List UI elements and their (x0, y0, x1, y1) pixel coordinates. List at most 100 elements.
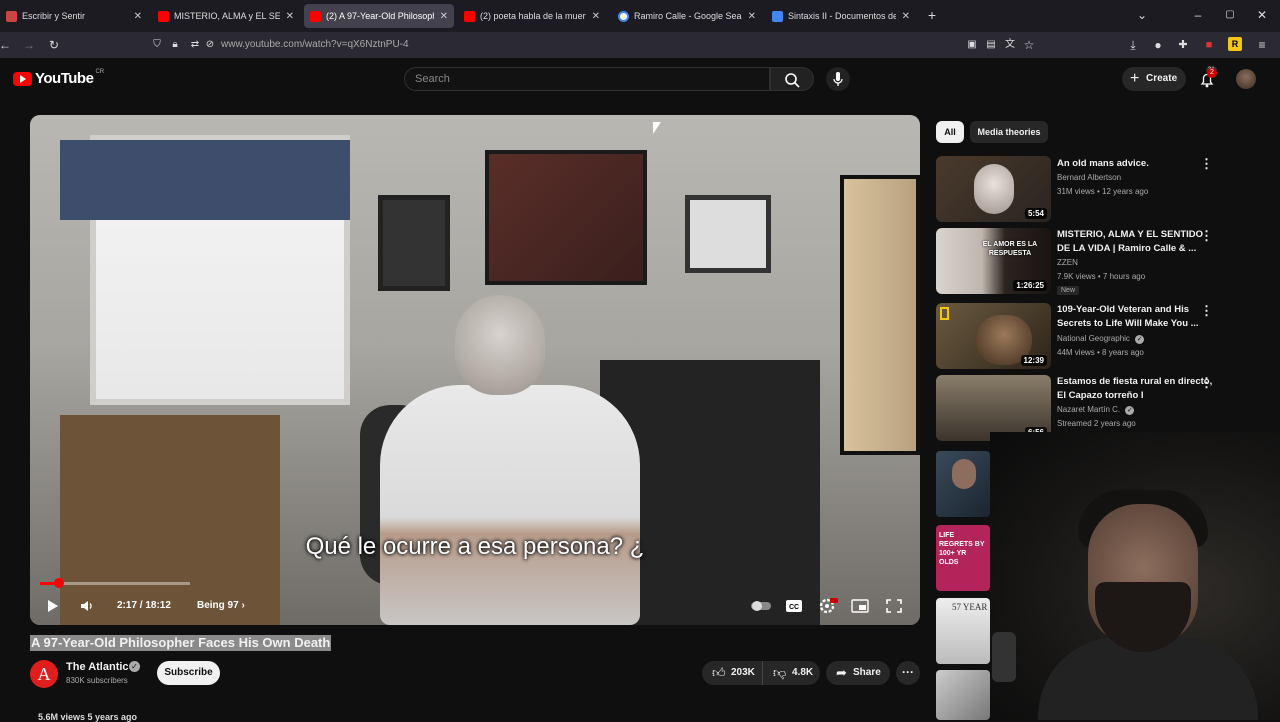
thumbnail-text: 57 YEAR (952, 602, 988, 612)
close-tab-icon[interactable]: ✕ (134, 11, 142, 22)
dislike-button[interactable]: 👎︎ 4.8K (762, 661, 820, 685)
tab-list-chevron-icon[interactable]: ⌄ (1134, 7, 1150, 23)
play-button[interactable] (44, 597, 60, 615)
tab-title: MISTERIO, ALMA y EL SENTIDO (174, 11, 280, 21)
browser-tab[interactable]: (2) poeta habla de la muerte de ✕ (458, 4, 606, 28)
close-tab-icon[interactable]: ✕ (592, 11, 600, 22)
forward-icon[interactable]: → (21, 37, 37, 53)
more-vertical-icon[interactable]: ⋮ (1200, 303, 1213, 319)
extension-icon[interactable]: ■ (1201, 37, 1217, 53)
bookmark-star-icon[interactable]: ☆ (1021, 37, 1037, 53)
notification-count-badge: 2 (1207, 68, 1217, 78)
recommendation-item[interactable]: 5:54 An old mans advice. Bernard Alberts… (936, 156, 1266, 222)
browser-tab[interactable]: Ramiro Calle - Google Search ✕ (612, 4, 762, 28)
miniplayer-button[interactable] (850, 597, 870, 615)
progress-scrubber-handle[interactable] (53, 578, 64, 588)
chip-all[interactable]: All (936, 121, 964, 143)
tab-title: Sintaxis II - Documentos de Go (788, 11, 896, 21)
create-button[interactable]: + Create (1122, 67, 1186, 91)
more-vertical-icon[interactable]: ⋮ (1200, 156, 1213, 172)
close-tab-icon[interactable]: ✕ (748, 11, 756, 22)
camera-off-icon[interactable]: ⊘ (202, 37, 218, 53)
captions-button[interactable]: CC (784, 597, 804, 615)
channel-name[interactable]: The Atlantic (66, 661, 129, 673)
maximize-icon[interactable]: ▢ (1222, 7, 1238, 23)
recommendation-channel[interactable]: Bernard Albertson (1057, 173, 1121, 182)
youtube-logo[interactable]: YouTube CR (13, 69, 104, 87)
like-button[interactable]: 👍︎ 203K (702, 661, 762, 685)
recommendation-title[interactable]: An old mans advice. (1057, 157, 1217, 171)
browser-tab-active[interactable]: (2) A 97-Year-Old Philosopher F ✕ (304, 4, 454, 28)
recommendation-item[interactable]: EL AMOR ES LA RESPUESTA 1:26:25 MISTERIO… (936, 228, 1266, 295)
video-duration: 5:54 (1024, 208, 1047, 219)
fullscreen-button[interactable] (884, 597, 904, 615)
extension-r-icon[interactable]: R (1228, 37, 1242, 51)
verified-badge-icon: ✓ (129, 661, 140, 672)
channel-avatar[interactable]: A (30, 660, 58, 688)
close-window-icon[interactable]: ✕ (1254, 7, 1270, 23)
video-duration: 1:26:25 (1013, 280, 1047, 291)
shield-icon[interactable]: ⛉ (149, 37, 165, 53)
browser-tab[interactable]: Sintaxis II - Documentos de Go ✕ (766, 4, 916, 28)
share-label: Share (853, 667, 881, 678)
avatar[interactable] (1236, 69, 1256, 89)
mute-button[interactable] (78, 597, 96, 615)
recommendation-channel[interactable]: Nazaret Martín C. ✓ (1057, 405, 1135, 415)
progress-bar[interactable] (40, 578, 190, 588)
close-tab-icon[interactable]: ✕ (440, 11, 448, 22)
autoplay-toggle[interactable] (750, 597, 772, 615)
picture-in-picture-icon[interactable]: ▣ (964, 37, 980, 53)
recommendation-title[interactable]: 109-Year-Old Veteran and His Secrets to … (1057, 303, 1217, 331)
recommendation-meta: 7.9K views • 7 hours ago (1057, 272, 1146, 281)
extensions-puzzle-icon[interactable]: ✚ (1175, 37, 1191, 53)
more-vertical-icon[interactable]: ⋮ (1200, 375, 1213, 391)
search-input[interactable]: Search (404, 67, 770, 91)
recommendation-thumbnail[interactable]: 57 YEAR (936, 598, 990, 664)
reader-view-icon[interactable]: ▤ (983, 37, 999, 53)
settings-button[interactable] (818, 597, 838, 615)
subscribe-button[interactable]: Subscribe (157, 661, 220, 685)
recommendation-title[interactable]: Estamos de fiesta rural en directo, El C… (1057, 375, 1217, 403)
minimize-icon[interactable]: – (1190, 7, 1206, 23)
recommendation-item[interactable]: 12:39 109-Year-Old Veteran and His Secre… (936, 303, 1266, 369)
lock-icon[interactable]: 🔒︎ (167, 37, 183, 53)
translate-icon[interactable]: 文 (1002, 37, 1018, 53)
permissions-icon[interactable]: ⇄ (187, 37, 203, 53)
time-display: 2:17 / 18:12 (117, 600, 171, 611)
browser-tab[interactable]: Escribir y Sentir ✕ (0, 4, 148, 28)
chapter-button[interactable]: Being 97 › (197, 597, 245, 615)
recommendation-thumbnail[interactable]: LIFE REGRETS BY 100+ YR OLDS (936, 525, 990, 591)
close-tab-icon[interactable]: ✕ (286, 11, 294, 22)
recommendation-thumbnail[interactable]: EL AMOR ES LA RESPUESTA 1:26:25 (936, 228, 1051, 294)
account-icon[interactable]: ● (1150, 37, 1166, 53)
new-tab-icon[interactable]: + (924, 7, 940, 23)
more-vertical-icon[interactable]: ⋮ (1200, 228, 1213, 244)
back-icon[interactable]: ← (0, 37, 13, 53)
recommendation-thumbnail[interactable] (936, 670, 990, 720)
reload-icon[interactable]: ↻ (46, 37, 62, 53)
download-icon[interactable]: ⤓ (1125, 37, 1141, 53)
chip-media-theories[interactable]: Media theories (970, 121, 1048, 143)
recommendation-channel[interactable]: ZZEN (1057, 258, 1078, 267)
recommendation-channel-name: Nazaret Martín C. (1057, 405, 1121, 414)
search-button[interactable] (770, 67, 814, 91)
browser-nav-bar: ← → ↻ ⛉ 🔒︎ ⇄ ⊘ www.youtube.com/watch?v=q… (0, 32, 1280, 73)
recommendation-title[interactable]: MISTERIO, ALMA Y EL SENTIDO DE LA VIDA |… (1057, 228, 1217, 256)
recommendation-meta: 31M views • 12 years ago (1057, 187, 1149, 196)
voice-search-button[interactable] (826, 67, 850, 91)
share-button[interactable]: ➦ Share (826, 661, 890, 685)
menu-hamburger-icon[interactable]: ≡ (1254, 37, 1270, 53)
browser-tab[interactable]: MISTERIO, ALMA y EL SENTIDO ✕ (152, 4, 300, 28)
browser-tab-bar: Escribir y Sentir ✕ MISTERIO, ALMA y EL … (0, 0, 1280, 32)
video-duration: 12:39 (1020, 355, 1047, 366)
new-badge: New (1057, 286, 1080, 295)
recommendation-thumbnail[interactable]: 5:54 (936, 156, 1051, 222)
close-tab-icon[interactable]: ✕ (902, 11, 910, 22)
video-player[interactable]: Qué le ocurre a esa persona? ¿ 2:17 / 18… (30, 115, 920, 625)
video-frame-curtain (60, 140, 350, 220)
recommendation-thumbnail[interactable] (936, 451, 990, 517)
more-actions-button[interactable]: ··· (896, 661, 920, 685)
recommendation-thumbnail[interactable]: 12:39 (936, 303, 1051, 369)
recommendation-channel[interactable]: National Geographic ✓ (1057, 334, 1145, 344)
tab-title: Escribir y Sentir (22, 11, 86, 21)
